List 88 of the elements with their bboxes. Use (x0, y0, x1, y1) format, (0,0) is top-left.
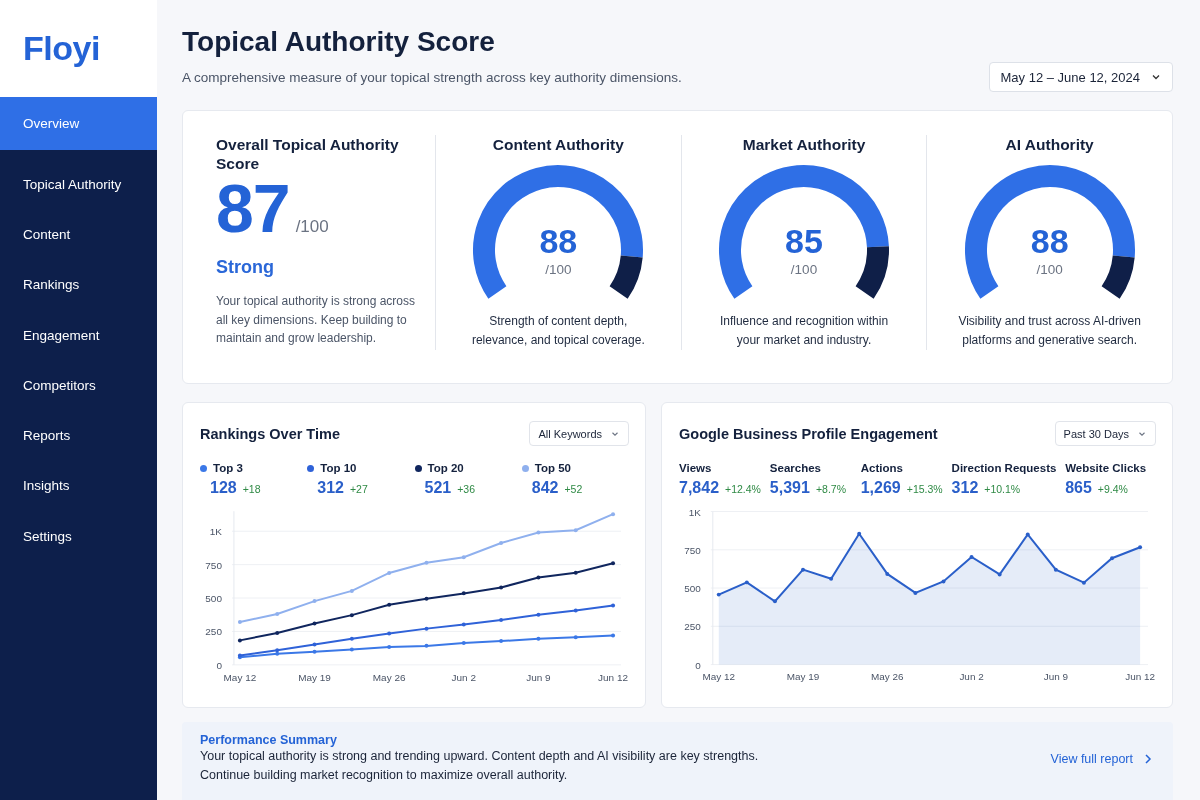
gauge-title: AI Authority (1005, 135, 1094, 154)
gauge-max: /100 (544, 262, 573, 277)
legend-label: Top 10 (320, 462, 357, 474)
stat-value: 842 (531, 479, 559, 497)
axis-label: 750 (205, 559, 222, 571)
axis-label: Jun 9 (1043, 671, 1068, 683)
sidebar-item[interactable]: Insights (0, 460, 157, 512)
sidebar-item[interactable]: Engagement (0, 309, 157, 361)
gauge-description: Influence and recognition within your market and industry. (718, 313, 890, 349)
stat-change: +10.1% (984, 483, 1021, 495)
gauge-max: /100 (1035, 262, 1064, 277)
axis-label: May 12 (223, 671, 257, 683)
stat-value: 5,391 (769, 479, 810, 497)
gauge-title: Content Authority (492, 135, 624, 154)
axis-label: 250 (684, 621, 701, 633)
stat-change: +52 (564, 483, 583, 495)
axis-label: 0 (695, 659, 701, 671)
stat-value: 312 (317, 479, 344, 497)
date-range-dropdown[interactable]: May 12 – June 12, 2024 (988, 62, 1173, 92)
legend-label: Top 3 (213, 462, 243, 474)
stat-change: +15.3% (906, 483, 943, 495)
axis-label: 1K (209, 526, 222, 538)
stat-value: 521 (424, 479, 452, 497)
legend-label: Top 50 (534, 462, 571, 474)
stat-change: +9.4% (1097, 483, 1128, 495)
card-title: Overall Topical Authority Score (216, 135, 400, 173)
stat-value: 1,269 (860, 479, 901, 497)
stat-label: Views (679, 462, 712, 474)
axis-label: 0 (216, 659, 222, 671)
sidebar-item[interactable]: Topical Authority (0, 159, 157, 210)
axis-label: 1K (688, 506, 701, 518)
gauge-description: Visibility and trust across AI-driven platforms and generative search. (957, 313, 1142, 349)
gauge-score: 88 (538, 222, 579, 261)
score-rating: Strong (216, 257, 275, 278)
stat-value: 128 (210, 479, 237, 497)
axis-label: Jun 12 (1125, 671, 1155, 683)
sidebar-item[interactable]: Rankings (0, 259, 157, 310)
stat-change: +8.7% (815, 483, 846, 495)
axis-label: May 26 (871, 671, 904, 683)
stat-label: Searches (769, 462, 821, 474)
sidebar-item[interactable]: Reports (0, 410, 157, 461)
axis-label: Jun 2 (959, 671, 984, 683)
sidebar-item[interactable]: Competitors (0, 360, 157, 411)
stat-change: +12.4% (725, 483, 761, 495)
axis-label: 500 (684, 583, 701, 594)
stat-value: 865 (1065, 479, 1092, 497)
gauge-title: Market Authority (742, 135, 866, 154)
axis-label: May 19 (786, 671, 820, 683)
axis-label: May 19 (298, 671, 331, 683)
axis-label: 250 (205, 626, 222, 638)
stat-value: 7,842 (679, 479, 720, 497)
score-description: Your topical authority is strong across all key dimensions. Keep building to maintain and grow leadership. (216, 293, 415, 347)
gauge-score: 88 (1029, 222, 1070, 261)
view-report-link[interactable]: View full report (1050, 751, 1153, 766)
axis-label: Jun 12 (598, 671, 628, 683)
gauge-score: 85 (784, 222, 824, 261)
period-dropdown[interactable]: Past 30 Days (1054, 421, 1156, 446)
legend-label: Top 20 (427, 462, 464, 474)
axis-label: Jun 2 (451, 671, 476, 683)
stat-change: +36 (457, 483, 475, 495)
stat-change: +18 (242, 483, 261, 495)
page-subtitle: A comprehensive measure of your topical strength across key authority dimensions. (182, 70, 682, 85)
summary-text: Continue building market recognition to maximize overall authority. (200, 766, 569, 784)
sidebar-item[interactable]: Content (0, 209, 157, 260)
axis-label: 500 (205, 593, 222, 605)
summary-text: Your topical authority is strong and trending upward. Content depth and AI visibility are key strengths. (200, 747, 759, 765)
card-title: Rankings Over Time (200, 425, 340, 442)
stat-label: Actions (860, 462, 903, 474)
summary-title: Performance Summary (200, 732, 338, 747)
card-title: Google Business Profile Engagement (679, 425, 938, 442)
keywords-dropdown[interactable]: All Keywords (529, 421, 629, 446)
sidebar-item[interactable]: Settings (0, 511, 157, 562)
gauge-max: /100 (789, 262, 819, 277)
chevron-right-icon (1143, 752, 1153, 765)
stat-value: 312 (951, 479, 979, 497)
overall-score: 87 (216, 173, 290, 243)
axis-label: May 26 (372, 671, 406, 683)
axis-label: Jun 9 (526, 671, 551, 683)
score-max: /100 (295, 217, 329, 237)
sidebar-item[interactable]: Overview (0, 97, 157, 150)
axis-label: 750 (684, 544, 701, 556)
page-title: Topical Authority Score (182, 26, 496, 58)
stat-change: +27 (349, 483, 368, 495)
axis-label: May 12 (702, 671, 735, 683)
logo: Floyi (23, 29, 100, 68)
gauge-description: Strength of content depth, relevance, and topical coverage. (470, 313, 646, 349)
stat-label: Direction Requests (951, 462, 1057, 474)
stat-label: Website Clicks (1065, 462, 1147, 474)
